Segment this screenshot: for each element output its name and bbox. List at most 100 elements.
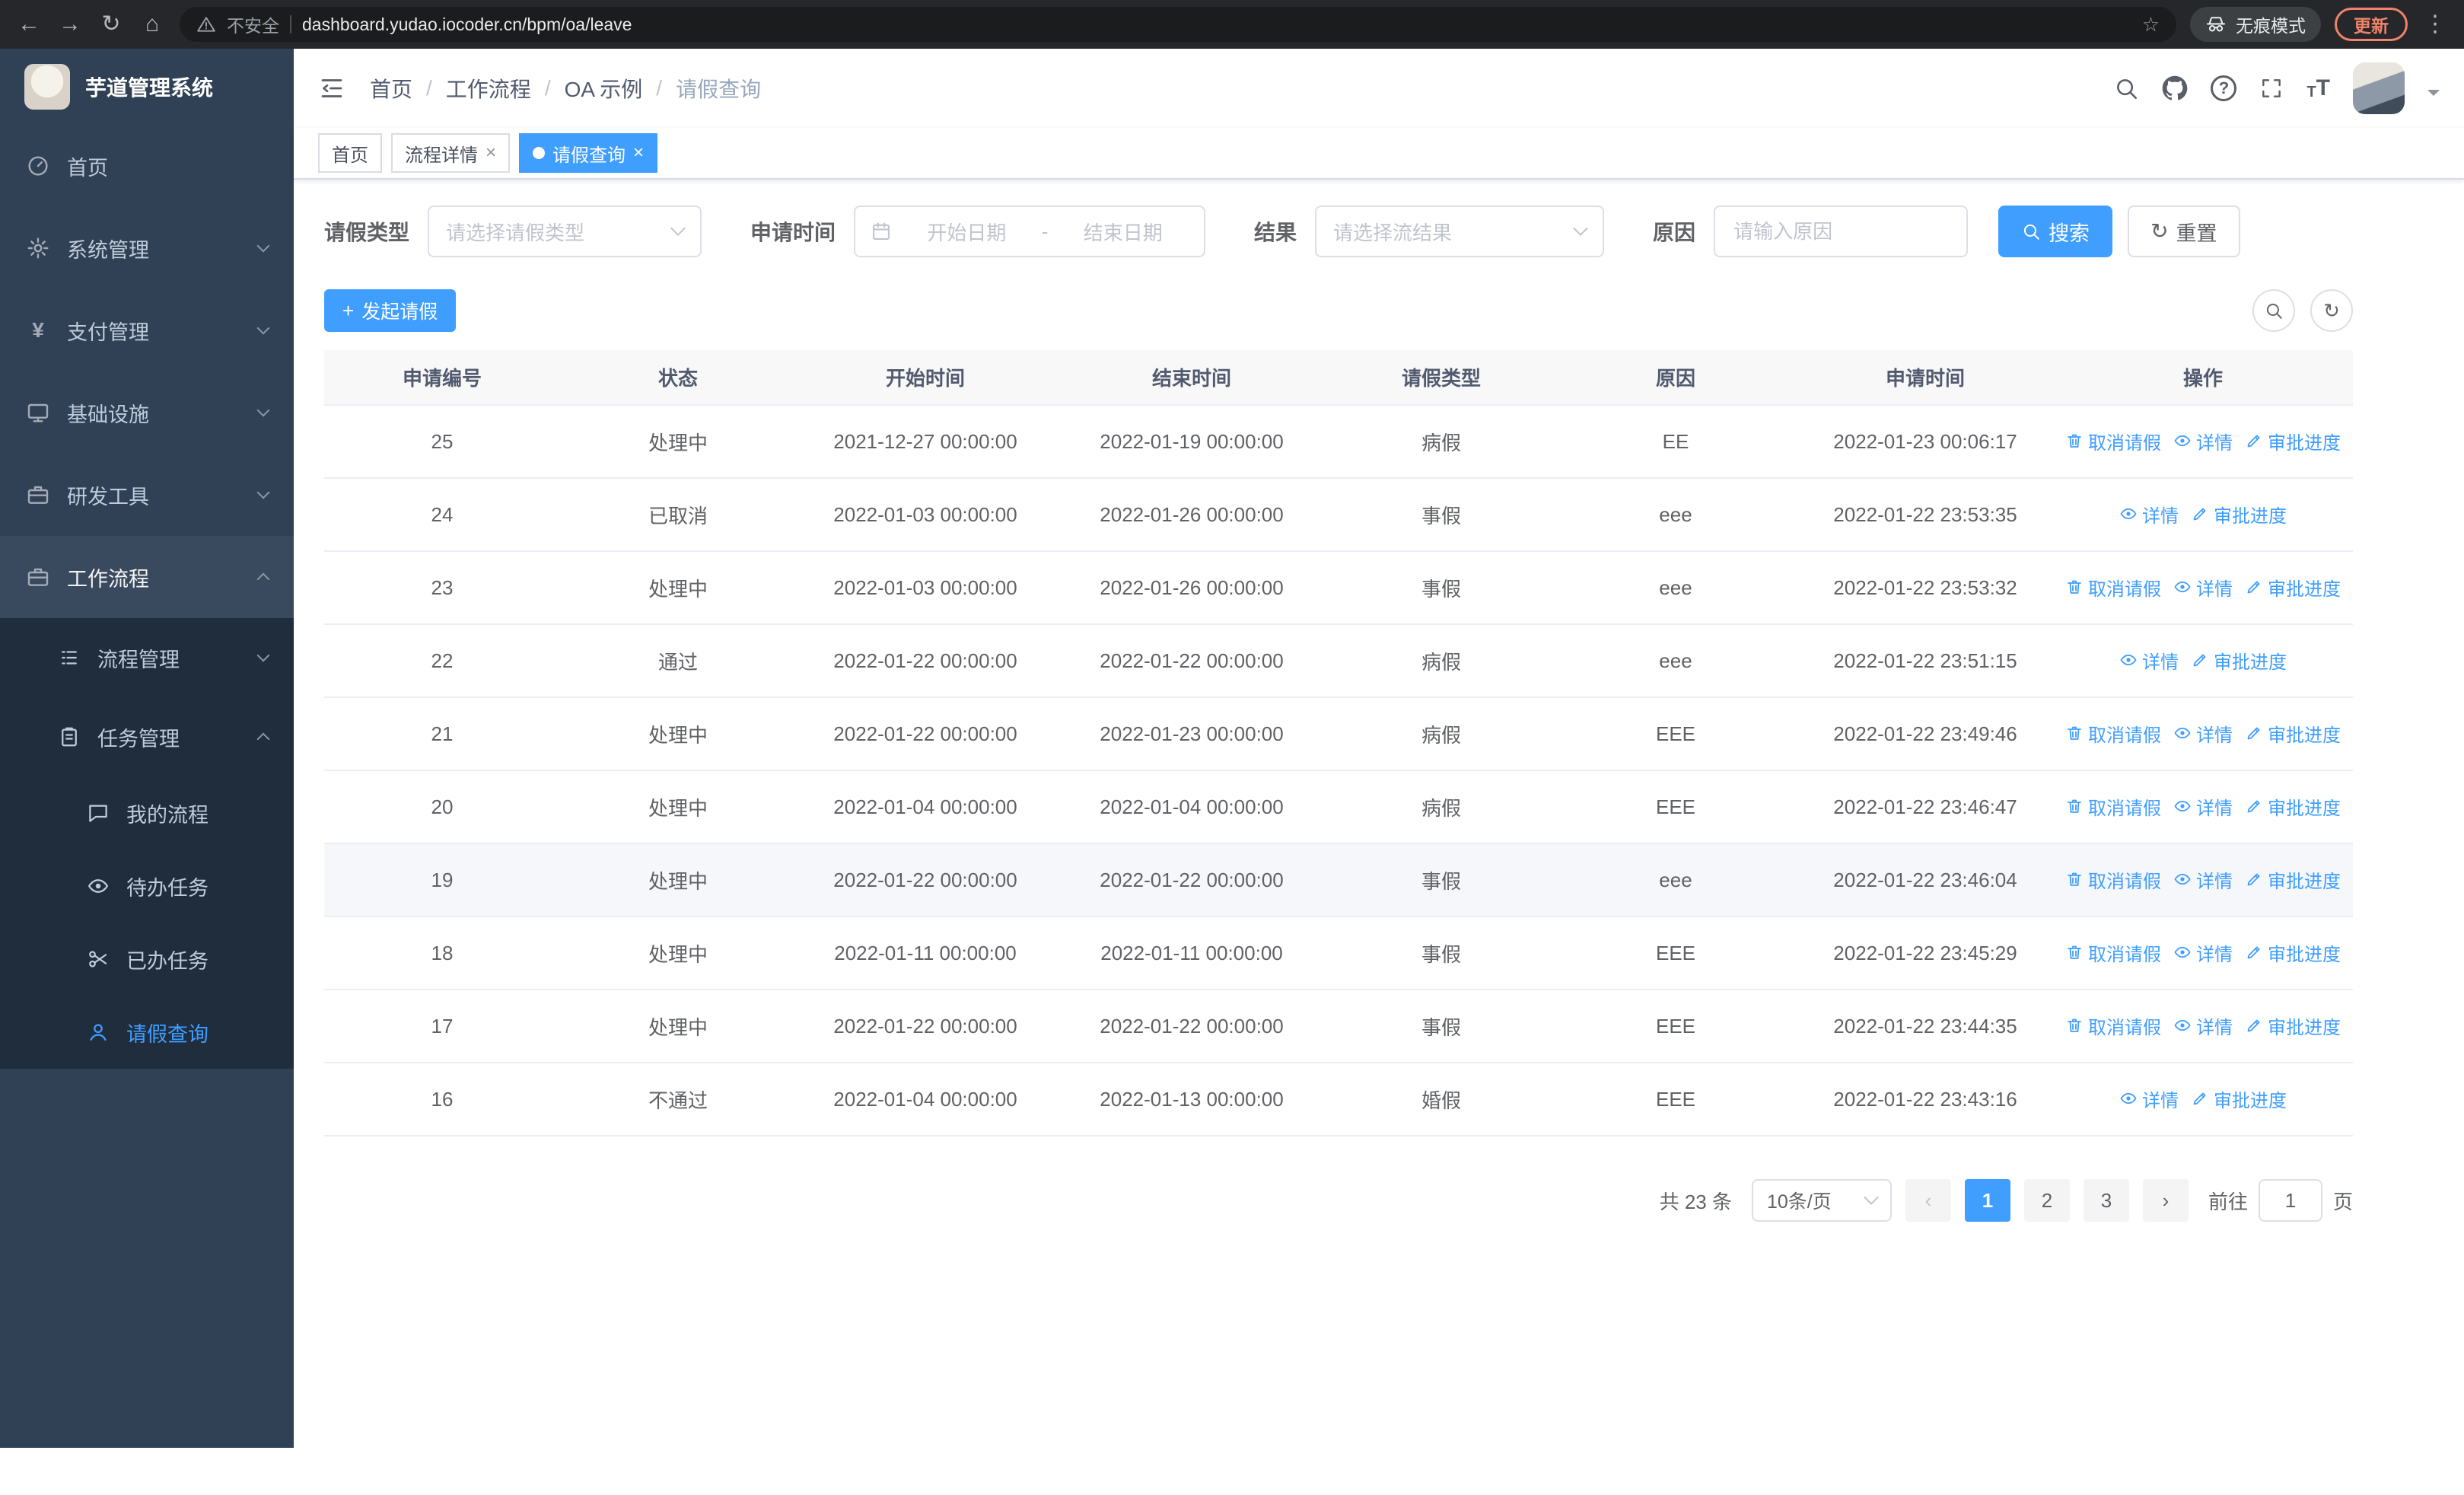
- github-icon[interactable]: [2162, 75, 2188, 101]
- toggle-search-button[interactable]: [2252, 289, 2295, 332]
- sidebar-item-leave-query[interactable]: 请假查询: [0, 996, 294, 1069]
- sidebar-item-system[interactable]: 系统管理: [0, 207, 294, 289]
- page-button-1[interactable]: 1: [1964, 1179, 2010, 1222]
- browser-update-button[interactable]: 更新: [2335, 8, 2408, 41]
- table-row[interactable]: 16 不通过 2022-01-04 00:00:00 2022-01-13 00:00…: [324, 1063, 2353, 1136]
- sidebar-item-workflow[interactable]: 工作流程: [0, 536, 294, 618]
- cancel-leave-link[interactable]: 取消请假: [2065, 939, 2161, 966]
- cancel-leave-link[interactable]: 取消请假: [2065, 428, 2161, 454]
- table-row[interactable]: 24 已取消 2022-01-03 00:00:00 2022-01-26 00:00…: [324, 478, 2353, 552]
- approval-progress-link[interactable]: 审批进度: [2245, 793, 2341, 820]
- reason-input[interactable]: [1714, 206, 1969, 257]
- forward-icon[interactable]: →: [56, 13, 84, 36]
- table-row[interactable]: 20 处理中 2022-01-04 00:00:00 2022-01-04 00:00…: [324, 770, 2353, 844]
- table-row[interactable]: 23 处理中 2022-01-03 00:00:00 2022-01-26 00:00…: [324, 551, 2353, 625]
- bookmark-star-icon[interactable]: ☆: [2142, 13, 2160, 37]
- detail-link[interactable]: 详情: [2173, 720, 2233, 747]
- home-icon[interactable]: ⌂: [138, 13, 166, 36]
- refresh-table-button[interactable]: ↻: [2310, 289, 2353, 332]
- approval-progress-link[interactable]: 审批进度: [2191, 1085, 2287, 1112]
- next-page-button[interactable]: ›: [2142, 1179, 2189, 1222]
- table-row[interactable]: 17 处理中 2022-01-22 00:00:00 2022-01-22 00:00…: [324, 990, 2353, 1063]
- close-icon[interactable]: ×: [633, 144, 644, 162]
- approval-progress-link[interactable]: 审批进度: [2245, 574, 2341, 601]
- page-button-2[interactable]: 2: [2023, 1179, 2070, 1222]
- search-icon[interactable]: [2113, 75, 2139, 101]
- leave-type-select[interactable]: 请选择请假类型: [428, 206, 702, 257]
- date-range-picker[interactable]: 开始日期 - 结束日期: [854, 206, 1206, 257]
- sidebar-item-payment[interactable]: ¥ 支付管理: [0, 289, 294, 371]
- table-row[interactable]: 22 通过 2022-01-22 00:00:00 2022-01-22 00:00:…: [324, 624, 2353, 698]
- approval-progress-link[interactable]: 审批进度: [2245, 939, 2341, 966]
- search-icon: [2021, 222, 2041, 241]
- sidebar-item-process-management[interactable]: 流程管理: [0, 618, 294, 697]
- avatar-caret-icon[interactable]: [2427, 90, 2440, 102]
- sidebar-item-my-processes[interactable]: 我的流程: [0, 776, 294, 850]
- eye-icon: [2119, 1089, 2138, 1108]
- goto-page-input[interactable]: [2258, 1179, 2322, 1222]
- search-button[interactable]: 搜索: [1998, 206, 2113, 257]
- tab-process-detail[interactable]: 流程详情 ×: [391, 133, 511, 173]
- fullscreen-icon[interactable]: [2259, 76, 2284, 100]
- app-logo[interactable]: 芋道管理系统: [0, 49, 294, 125]
- select-placeholder: 请选择流结果: [1333, 221, 1453, 244]
- sidebar-item-devtools[interactable]: 研发工具: [0, 454, 294, 536]
- approval-progress-link[interactable]: 审批进度: [2245, 428, 2341, 454]
- table-row[interactable]: 25 处理中 2021-12-27 00:00:00 2022-01-19 00:00…: [324, 405, 2353, 479]
- cancel-leave-link[interactable]: 取消请假: [2065, 793, 2161, 820]
- user-avatar[interactable]: [2353, 62, 2405, 114]
- close-icon[interactable]: ×: [485, 144, 496, 162]
- detail-link[interactable]: 详情: [2119, 647, 2179, 674]
- prev-page-button[interactable]: ‹: [1905, 1179, 1951, 1222]
- browser-menu-icon[interactable]: ⋮: [2421, 13, 2449, 36]
- detail-link[interactable]: 详情: [2173, 793, 2233, 820]
- menu-fold-icon[interactable]: [318, 75, 345, 102]
- detail-link[interactable]: 详情: [2119, 1085, 2179, 1112]
- logo-avatar: [24, 64, 70, 110]
- tab-leave-query[interactable]: 请假查询 ×: [519, 133, 658, 173]
- detail-link[interactable]: 详情: [2173, 1012, 2233, 1039]
- cancel-leave-link[interactable]: 取消请假: [2065, 866, 2161, 893]
- reload-icon[interactable]: ↻: [97, 13, 125, 36]
- plus-icon: +: [342, 299, 355, 322]
- tab-home[interactable]: 首页: [318, 133, 382, 173]
- sidebar-item-home[interactable]: 首页: [0, 125, 294, 207]
- reset-button[interactable]: ↻ 重置: [2128, 206, 2240, 257]
- page-size-select[interactable]: 10条/页: [1751, 1179, 1892, 1222]
- approval-progress-link[interactable]: 审批进度: [2245, 720, 2341, 747]
- sidebar-item-done-tasks[interactable]: 已办任务: [0, 923, 294, 996]
- breadcrumb-oa-example[interactable]: OA 示例: [565, 73, 643, 104]
- sidebar-item-pending-tasks[interactable]: 待办任务: [0, 850, 294, 923]
- approval-progress-link[interactable]: 审批进度: [2191, 501, 2287, 528]
- cancel-leave-link[interactable]: 取消请假: [2065, 720, 2161, 747]
- detail-link[interactable]: 详情: [2173, 939, 2233, 966]
- sidebar-item-task-management[interactable]: 任务管理: [0, 697, 294, 776]
- create-leave-button[interactable]: + 发起请假: [324, 289, 457, 332]
- back-icon[interactable]: ←: [15, 13, 43, 36]
- table-row[interactable]: 21 处理中 2022-01-22 00:00:00 2022-01-23 00:00…: [324, 697, 2353, 771]
- table-row[interactable]: 18 处理中 2022-01-11 00:00:00 2022-01-11 00:00…: [324, 916, 2353, 990]
- sidebar-item-label: 支付管理: [67, 320, 149, 344]
- address-bar[interactable]: 不安全 dashboard.yudao.iocoder.cn/bpm/oa/le…: [180, 7, 2176, 42]
- detail-link[interactable]: 详情: [2173, 428, 2233, 454]
- breadcrumb-workflow[interactable]: 工作流程: [446, 73, 531, 104]
- table-row[interactable]: 19 处理中 2022-01-22 00:00:00 2022-01-22 00:00…: [324, 843, 2353, 917]
- detail-link[interactable]: 详情: [2119, 501, 2179, 528]
- result-select[interactable]: 请选择流结果: [1315, 206, 1605, 257]
- approval-progress-link[interactable]: 审批进度: [2191, 647, 2287, 674]
- workflow-submenu: 流程管理 任务管理 我的流程 待办任务 已办任务 请假查询: [0, 618, 294, 1069]
- approval-progress-link[interactable]: 审批进度: [2245, 866, 2341, 893]
- cancel-leave-link[interactable]: 取消请假: [2065, 574, 2161, 601]
- breadcrumb-home[interactable]: 首页: [370, 73, 412, 104]
- approval-progress-link[interactable]: 审批进度: [2245, 1012, 2341, 1039]
- detail-link[interactable]: 详情: [2173, 574, 2233, 601]
- button-label: 重置: [2176, 222, 2217, 245]
- sidebar-item-infrastructure[interactable]: 基础设施: [0, 371, 294, 454]
- cell-id: 18: [324, 916, 560, 990]
- cancel-leave-link[interactable]: 取消请假: [2065, 1012, 2161, 1039]
- detail-link[interactable]: 详情: [2173, 866, 2233, 893]
- help-icon[interactable]: ?: [2211, 75, 2237, 101]
- page-button-3[interactable]: 3: [2083, 1179, 2129, 1222]
- cell-reason: eee: [1554, 843, 1797, 917]
- font-size-icon[interactable]: TT: [2306, 77, 2330, 100]
